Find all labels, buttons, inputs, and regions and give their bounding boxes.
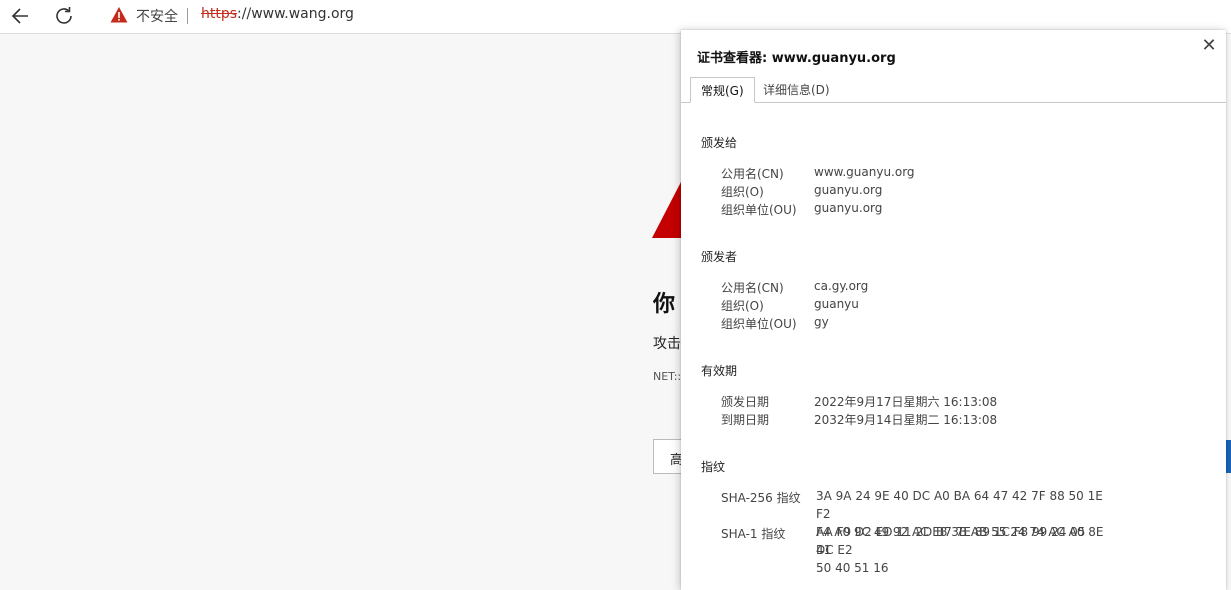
issued-by-ou-value: gy (814, 315, 829, 329)
reload-icon[interactable] (52, 4, 78, 28)
expiry-date-label: 到期日期 (721, 413, 770, 427)
url-scheme: https (201, 6, 238, 22)
issued-by-cn-value: ca.gy.org (814, 279, 869, 293)
issue-date-value: 2022年9月17日星期六 16:13:08 (814, 395, 998, 409)
tab-details[interactable]: 详细信息(D) (753, 77, 840, 102)
back-icon[interactable] (8, 4, 34, 28)
sha1-value: AA F9 D2 ED 11 2D B7 7E 89 1C F8 99 24 0… (816, 523, 1106, 577)
issued-by-o-label: 组织(O) (721, 299, 764, 313)
warning-icon[interactable] (110, 6, 128, 28)
close-icon[interactable]: ✕ (1198, 36, 1220, 58)
sha256-label: SHA-256 指纹 (721, 491, 801, 505)
fingerprints-title: 指纹 (701, 460, 726, 474)
insecure-label[interactable]: 不安全 (136, 6, 178, 26)
error-heading: 你 (653, 292, 676, 317)
issued-to-ou-value: guanyu.org (814, 201, 883, 215)
issued-to-ou-label: 组织单位(OU) (721, 203, 797, 217)
sha256-line-1: 3A 9A 24 9E 40 DC A0 BA 64 47 42 7F 88 5… (816, 489, 1103, 521)
issued-to-o-value: guanyu.org (814, 183, 883, 197)
issued-to-cn-label: 公用名(CN) (721, 167, 784, 181)
error-code: NET:: (653, 370, 682, 383)
sha1-line-2: 50 40 51 16 (816, 561, 889, 575)
url-host: ://www.wang.org (237, 6, 354, 22)
tab-general[interactable]: 常规(G) (690, 77, 755, 103)
issued-to-o-label: 组织(O) (721, 185, 764, 199)
issued-to-title: 颁发给 (701, 136, 738, 150)
sha1-label: SHA-1 指纹 (721, 527, 786, 541)
issued-by-cn-label: 公用名(CN) (721, 281, 784, 295)
certificate-viewer-dialog: 证书查看器: www.guanyu.org ✕ 常规(G) 详细信息(D) 颁发… (681, 30, 1226, 590)
issued-to-cn-value: www.guanyu.org (814, 165, 915, 179)
error-text: 攻击 (653, 336, 681, 352)
address-bar[interactable]: 不安全 https://www.wang.org (94, 0, 694, 32)
sha1-line-1: AA F9 D2 ED 11 2D B7 7E 89 1C F8 99 24 0… (816, 525, 1086, 557)
dialog-title: 证书查看器: www.guanyu.org (697, 51, 896, 66)
browser-toolbar: 不安全 https://www.wang.org (0, 0, 1231, 34)
tab-bar: 常规(G) 详细信息(D) (681, 74, 1226, 103)
validity-title: 有效期 (701, 364, 738, 378)
issued-by-title: 颁发者 (701, 250, 738, 264)
expiry-date-value: 2032年9月14日星期二 16:13:08 (814, 413, 998, 427)
url-text[interactable]: https://www.wang.org (201, 6, 354, 22)
issue-date-label: 颁发日期 (721, 395, 770, 409)
address-separator (187, 8, 188, 24)
issued-by-ou-label: 组织单位(OU) (721, 317, 797, 331)
issued-by-o-value: guanyu (814, 297, 859, 311)
